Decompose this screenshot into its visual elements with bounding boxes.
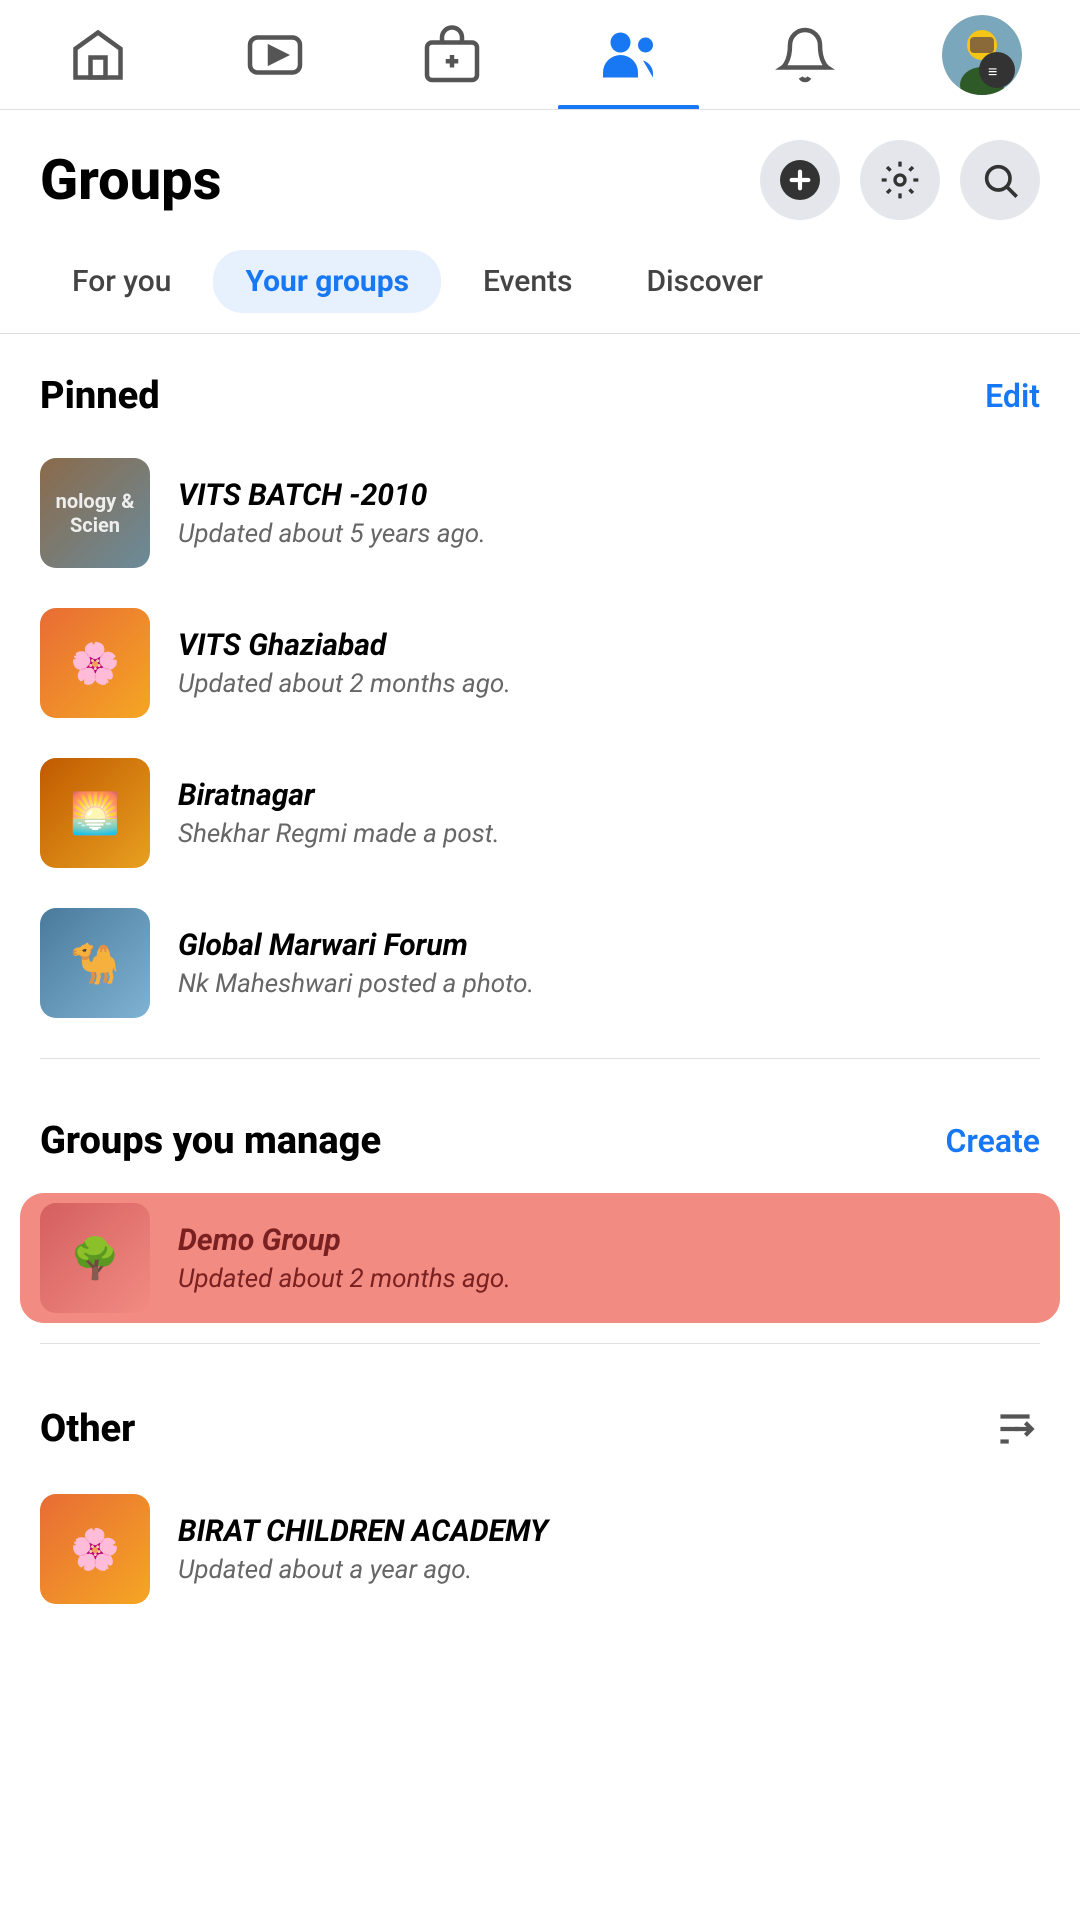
group-name: Demo Group bbox=[178, 1223, 511, 1258]
group-name: VITS BATCH -2010 bbox=[178, 478, 486, 513]
group-thumbnail: 🌅 bbox=[40, 758, 150, 868]
pinned-section-title: Pinned bbox=[40, 374, 160, 418]
group-info: Global Marwari Forum Nk Maheshwari poste… bbox=[178, 928, 534, 999]
group-info: BIRAT CHILDREN ACADEMY Updated about a y… bbox=[178, 1514, 548, 1585]
search-button[interactable] bbox=[960, 140, 1040, 220]
nav-home[interactable] bbox=[10, 0, 187, 109]
group-name: Biratnagar bbox=[178, 778, 500, 813]
group-subtitle: Updated about a year ago. bbox=[178, 1555, 548, 1585]
group-subtitle: Nk Maheshwari posted a photo. bbox=[178, 969, 534, 999]
group-thumbnail: 🌸 bbox=[40, 1494, 150, 1604]
add-group-button[interactable] bbox=[760, 140, 840, 220]
list-item[interactable]: 🌸 VITS Ghaziabad Updated about 2 months … bbox=[20, 588, 1060, 738]
group-subtitle: Updated about 2 months ago. bbox=[178, 669, 511, 699]
top-navigation: ≡ bbox=[0, 0, 1080, 110]
group-name: Global Marwari Forum bbox=[178, 928, 534, 963]
section-divider bbox=[40, 1058, 1040, 1059]
tab-discover[interactable]: Discover bbox=[614, 250, 795, 313]
group-thumbnail: 🌸 bbox=[40, 608, 150, 718]
group-thumbnail: 🐪 bbox=[40, 908, 150, 1018]
group-thumbnail: 🌳 bbox=[40, 1203, 150, 1313]
nav-people[interactable] bbox=[540, 0, 717, 109]
nav-video[interactable] bbox=[187, 0, 364, 109]
list-item[interactable]: 🌅 Biratnagar Shekhar Regmi made a post. bbox=[20, 738, 1060, 888]
tab-bar: For you Your groups Events Discover bbox=[0, 240, 1080, 334]
managed-section-header: Groups you manage Create bbox=[0, 1079, 1080, 1183]
nav-notifications[interactable] bbox=[717, 0, 894, 109]
page-title: Groups bbox=[40, 147, 221, 213]
other-section-header: Other bbox=[0, 1364, 1080, 1474]
group-thumbnail: nology & Scien bbox=[40, 458, 150, 568]
tab-for-you[interactable]: For you bbox=[40, 250, 203, 313]
group-name: VITS Ghaziabad bbox=[178, 628, 511, 663]
group-subtitle: Updated about 5 years ago. bbox=[178, 519, 486, 549]
group-subtitle: Shekhar Regmi made a post. bbox=[178, 819, 500, 849]
tab-events[interactable]: Events bbox=[451, 250, 604, 313]
pinned-edit-button[interactable]: Edit bbox=[985, 377, 1040, 415]
list-item[interactable]: 🌳 Demo Group Updated about 2 months ago. bbox=[20, 1193, 1060, 1323]
nav-store[interactable] bbox=[363, 0, 540, 109]
header-actions bbox=[760, 140, 1040, 220]
section-divider bbox=[40, 1343, 1040, 1344]
list-item[interactable]: 🐪 Global Marwari Forum Nk Maheshwari pos… bbox=[20, 888, 1060, 1038]
other-section-title: Other bbox=[40, 1407, 135, 1451]
create-group-button[interactable]: Create bbox=[945, 1122, 1040, 1160]
svg-text:≡: ≡ bbox=[988, 62, 997, 81]
group-name: BIRAT CHILDREN ACADEMY bbox=[178, 1514, 548, 1549]
group-info: VITS BATCH -2010 Updated about 5 years a… bbox=[178, 478, 486, 549]
list-item[interactable]: 🌸 BIRAT CHILDREN ACADEMY Updated about a… bbox=[20, 1474, 1060, 1624]
avatar: ≡ bbox=[942, 15, 1022, 95]
page-header: Groups bbox=[0, 110, 1080, 240]
other-group-list: 🌸 BIRAT CHILDREN ACADEMY Updated about a… bbox=[0, 1474, 1080, 1624]
sort-button[interactable] bbox=[990, 1404, 1040, 1454]
pinned-section-header: Pinned Edit bbox=[0, 334, 1080, 438]
tab-your-groups[interactable]: Your groups bbox=[213, 250, 441, 313]
pinned-group-list: nology & Scien VITS BATCH -2010 Updated … bbox=[0, 438, 1080, 1038]
managed-section-title: Groups you manage bbox=[40, 1119, 381, 1163]
group-info: Demo Group Updated about 2 months ago. bbox=[178, 1223, 511, 1294]
group-info: VITS Ghaziabad Updated about 2 months ag… bbox=[178, 628, 511, 699]
group-subtitle: Updated about 2 months ago. bbox=[178, 1264, 511, 1294]
list-item[interactable]: nology & Scien VITS BATCH -2010 Updated … bbox=[20, 438, 1060, 588]
group-info: Biratnagar Shekhar Regmi made a post. bbox=[178, 778, 500, 849]
settings-button[interactable] bbox=[860, 140, 940, 220]
nav-profile[interactable]: ≡ bbox=[893, 0, 1070, 109]
